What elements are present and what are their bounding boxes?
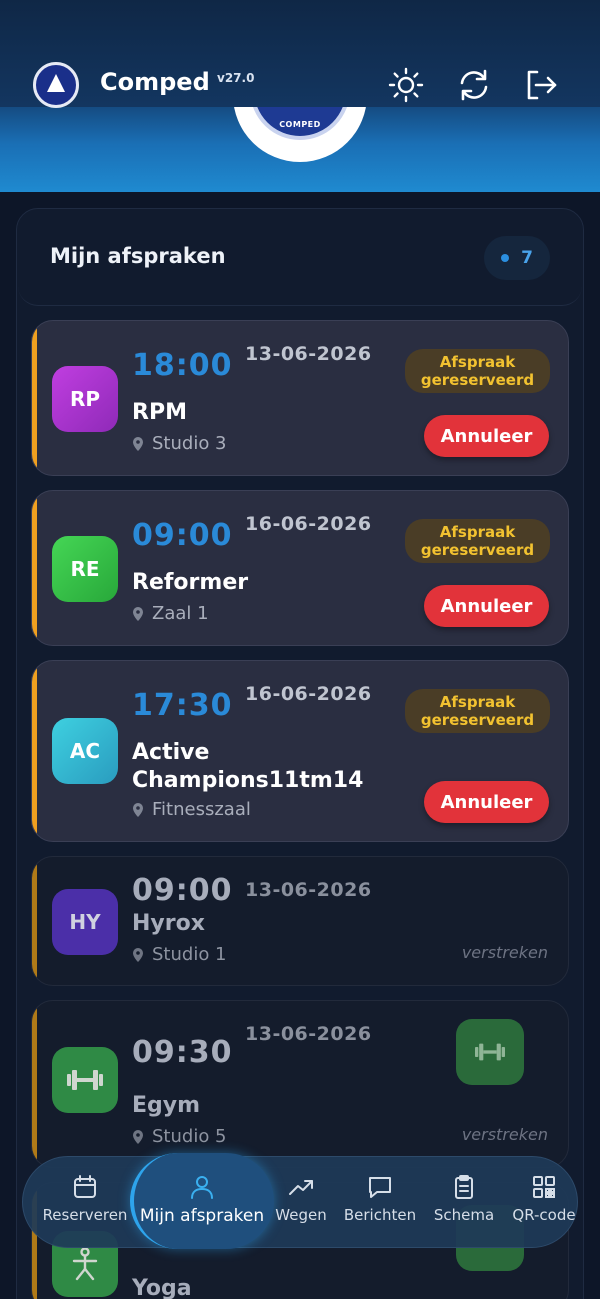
class-avatar: HY [52, 889, 118, 955]
location-pin-icon [133, 947, 143, 962]
appointment-date: 16-06-2026 [245, 513, 372, 535]
qr-icon [533, 1176, 555, 1198]
class-name: RPM [132, 400, 187, 425]
trend-icon [289, 1180, 313, 1195]
appointment-card[interactable]: HY 09:00 13-06-2026 Hyrox Studio 1 verst… [31, 856, 569, 986]
nav-item-qr-code[interactable]: QR-code [506, 1174, 582, 1234]
class-avatar: AC [52, 718, 118, 784]
card-accent [32, 321, 37, 475]
card-accent [32, 491, 37, 645]
nav-label: Wegen [275, 1206, 327, 1224]
location-label: Fitnesszaal [152, 799, 251, 820]
class-avatar: RP [52, 366, 118, 432]
dumbbell-icon [67, 1070, 103, 1090]
chat-icon [369, 1177, 391, 1198]
nav-item-berichten[interactable]: Berichten [340, 1174, 420, 1234]
class-location: Studio 1 [132, 944, 227, 965]
refresh-icon[interactable] [455, 66, 493, 104]
status-badge: Afspraak gereserveerd [405, 349, 550, 393]
sun-icon[interactable] [387, 66, 425, 104]
panel-title: Mijn afspraken [50, 244, 226, 268]
location-pin-icon [133, 802, 143, 817]
appointment-count-badge: 7 [484, 236, 550, 280]
nav-label: Mijn afspraken [139, 1206, 265, 1226]
class-avatar [52, 1047, 118, 1113]
app-logo [33, 62, 79, 108]
class-location: Studio 5 [132, 1126, 227, 1147]
nav-label: Reserveren [42, 1206, 128, 1224]
class-name: Hyrox [132, 911, 205, 936]
class-location: Studio 3 [132, 433, 227, 454]
dumbbell-icon [475, 1043, 505, 1061]
app-version: v27.0 [217, 71, 255, 85]
card-accent [32, 1001, 37, 1167]
location-label: Studio 3 [152, 433, 227, 454]
location-pin-icon [133, 1129, 143, 1144]
appointment-card[interactable]: 09:30 13-06-2026 Egym Studio 5 verstreke… [31, 1000, 569, 1168]
tree-icon [47, 74, 65, 92]
appointment-time: 17:30 [132, 688, 233, 723]
location-pin-icon [133, 606, 143, 621]
location-label: Studio 1 [152, 944, 227, 965]
status-badge: Afspraak gereserveerd [405, 519, 550, 563]
card-accent [32, 661, 37, 841]
user-icon [191, 1176, 213, 1199]
nav-item-schema[interactable]: Schema [430, 1174, 498, 1234]
appointment-date: 13-06-2026 [245, 879, 372, 901]
nav-label: Berichten [343, 1206, 417, 1224]
class-name: Yoga [132, 1276, 192, 1299]
class-thumbnail [456, 1019, 524, 1085]
logout-icon[interactable] [522, 66, 560, 104]
nav-item-mijn-afspraken[interactable]: Mijn afspraken [134, 1174, 270, 1234]
calendar-icon [74, 1175, 96, 1198]
clipboard-icon [455, 1175, 473, 1199]
appointment-card[interactable]: AC 17:30 16-06-2026 Active Champions11tm… [31, 660, 569, 842]
appointment-time: 09:00 [132, 518, 233, 553]
cancel-button[interactable]: Annuleer [424, 781, 549, 823]
appointment-card[interactable]: RP 18:00 13-06-2026 RPM Studio 3 Afspraa… [31, 320, 569, 476]
appointment-date: 13-06-2026 [245, 343, 372, 365]
appointment-time: 09:00 [132, 873, 233, 908]
app-header: Comped v27.0 [0, 0, 600, 108]
expired-label: verstreken [461, 943, 548, 962]
count-dot [501, 254, 510, 262]
class-location: Zaal 1 [132, 603, 209, 624]
class-name: Egym [132, 1093, 201, 1118]
class-location: Fitnesszaal [132, 799, 251, 820]
count-value: 7 [521, 248, 533, 268]
location-pin-icon [133, 436, 143, 451]
yoga-icon [72, 1247, 98, 1281]
nav-label: QR-code [512, 1206, 576, 1224]
class-name: Active Champions11tm14 [132, 740, 364, 793]
center-logo-text: COMPED [279, 120, 321, 129]
app-title: Comped [100, 68, 210, 96]
appointment-time: 09:30 [132, 1035, 233, 1070]
appointment-date: 13-06-2026 [245, 1023, 372, 1045]
cancel-button[interactable]: Annuleer [424, 415, 549, 457]
appointment-time: 18:00 [132, 348, 233, 383]
nav-item-reserveren[interactable]: Reserveren [40, 1174, 130, 1234]
location-label: Studio 5 [152, 1126, 227, 1147]
expired-label: verstreken [461, 1125, 548, 1144]
cancel-button[interactable]: Annuleer [424, 585, 549, 627]
nav-label: Schema [433, 1206, 495, 1224]
nav-item-wegen[interactable]: Wegen [272, 1174, 330, 1234]
class-avatar: RE [52, 536, 118, 602]
card-accent [32, 857, 37, 985]
appointment-date: 16-06-2026 [245, 683, 372, 705]
appointment-card[interactable]: RE 09:00 16-06-2026 Reformer Zaal 1 Afsp… [31, 490, 569, 646]
location-label: Zaal 1 [152, 603, 209, 624]
class-name: Reformer [132, 570, 249, 595]
status-badge: Afspraak gereserveerd [405, 689, 550, 733]
